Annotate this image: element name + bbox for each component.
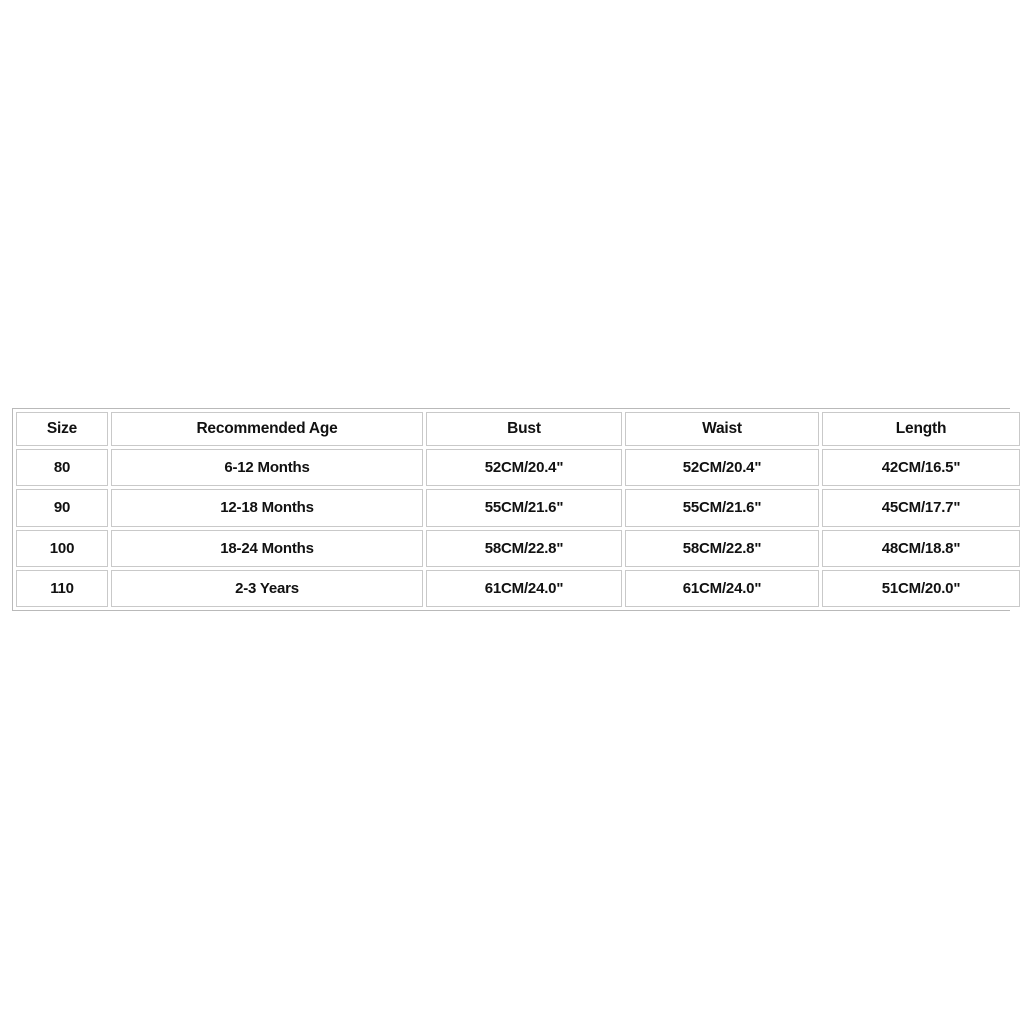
cell-size: 100 bbox=[16, 529, 108, 567]
cell-waist: 58CM/22.8" bbox=[625, 529, 819, 567]
table-row: 100 18-24 Months 58CM/22.8" 58CM/22.8" 4… bbox=[16, 529, 1020, 567]
cell-bust: 58CM/22.8" bbox=[426, 529, 622, 567]
cell-length: 48CM/18.8" bbox=[822, 529, 1020, 567]
cell-recommended-age: 6-12 Months bbox=[111, 449, 423, 487]
cell-bust: 55CM/21.6" bbox=[426, 489, 622, 527]
table-row: 80 6-12 Months 52CM/20.4" 52CM/20.4" 42C… bbox=[16, 449, 1020, 487]
cell-size: 90 bbox=[16, 489, 108, 527]
table-header-row: Size Recommended Age Bust Waist Length bbox=[16, 412, 1020, 446]
column-header-waist: Waist bbox=[625, 412, 819, 446]
table-row: 110 2-3 Years 61CM/24.0" 61CM/24.0" 51CM… bbox=[16, 569, 1020, 607]
cell-bust: 61CM/24.0" bbox=[426, 569, 622, 607]
cell-recommended-age: 12-18 Months bbox=[111, 489, 423, 527]
size-chart-container: Size Recommended Age Bust Waist Length 8… bbox=[12, 408, 1023, 611]
column-header-length: Length bbox=[822, 412, 1020, 446]
cell-waist: 52CM/20.4" bbox=[625, 449, 819, 487]
cell-waist: 55CM/21.6" bbox=[625, 489, 819, 527]
cell-size: 80 bbox=[16, 449, 108, 487]
cell-length: 51CM/20.0" bbox=[822, 569, 1020, 607]
cell-length: 42CM/16.5" bbox=[822, 449, 1020, 487]
cell-recommended-age: 18-24 Months bbox=[111, 529, 423, 567]
column-header-recommended-age: Recommended Age bbox=[111, 412, 423, 446]
cell-size: 110 bbox=[16, 569, 108, 607]
table-row: 90 12-18 Months 55CM/21.6" 55CM/21.6" 45… bbox=[16, 489, 1020, 527]
cell-length: 45CM/17.7" bbox=[822, 489, 1020, 527]
cell-waist: 61CM/24.0" bbox=[625, 569, 819, 607]
cell-bust: 52CM/20.4" bbox=[426, 449, 622, 487]
cell-recommended-age: 2-3 Years bbox=[111, 569, 423, 607]
column-header-size: Size bbox=[16, 412, 108, 446]
size-chart-table: Size Recommended Age Bust Waist Length 8… bbox=[13, 409, 1023, 610]
column-header-bust: Bust bbox=[426, 412, 622, 446]
